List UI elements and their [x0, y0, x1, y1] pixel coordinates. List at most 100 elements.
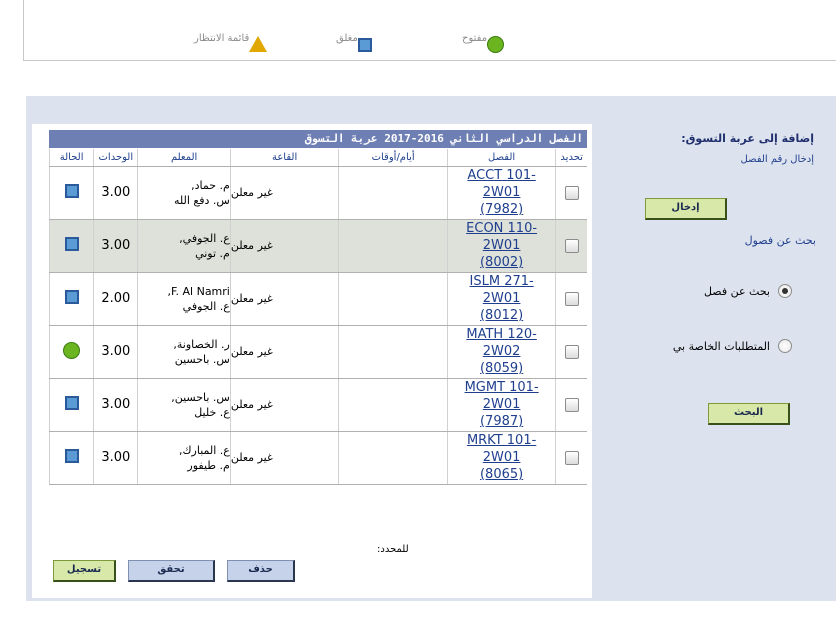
select-checkbox[interactable]: [564, 185, 579, 200]
cart-title-bar: الفصل الدراسي الثاني 2016-2017 عربة التس…: [49, 130, 587, 148]
table-row: ECON 110- 2W01 (8002) غير معلن ع. الجوفي, م…: [48, 219, 587, 273]
class-link[interactable]: ACCT 101- 2W01 (7982): [448, 167, 556, 218]
validate-button[interactable]: تحقق: [128, 560, 215, 582]
select-cell: [555, 378, 587, 432]
class-link[interactable]: ISLM 271- 2W01 (8012): [448, 273, 556, 324]
instructor-cell: س. باحسين, ع. خليل: [137, 378, 231, 432]
header-days-times: أيام/أوقات: [338, 149, 448, 167]
class-cell: MATH 120- 2W02 (8059): [446, 325, 556, 379]
closed-status-icon: [64, 396, 79, 410]
green-circle-icon: [487, 36, 505, 53]
shopping-cart-area: إضافة إلى عربة التسوق: إدخال رقم الفصل إ…: [26, 96, 836, 601]
legend-waitlist: قائمة الانتظار: [194, 33, 268, 53]
instructor-cell: م. حماد, س. دفع الله: [137, 166, 231, 220]
header-status: الحالة: [48, 149, 94, 167]
class-link[interactable]: ECON 110- 2W01 (8002): [448, 220, 556, 271]
instructor-cell: ع. الجوفي, م. توني: [137, 219, 231, 273]
units-cell: 3.00: [93, 431, 138, 485]
enter-button[interactable]: إدخال: [645, 198, 727, 220]
status-cell: [48, 325, 94, 379]
class-search-radio-row[interactable]: بحث عن فصل: [704, 284, 792, 298]
room-cell: غير معلن: [229, 272, 339, 326]
status-cell: [48, 219, 94, 273]
legend-waitlist-label: قائمة الانتظار: [194, 33, 250, 44]
class-search-section-title: بحث عن فصول: [744, 234, 816, 247]
class-cell: ISLM 271- 2W01 (8012): [446, 272, 556, 326]
closed-status-icon: [64, 449, 79, 463]
class-cell: MGMT 101- 2W01 (7987): [446, 378, 556, 432]
units-cell: 3.00: [93, 166, 138, 220]
status-legend: مفتوح مغلق قائمة الانتظار: [23, 0, 836, 61]
header-instructor: المعلم: [137, 149, 231, 167]
yellow-triangle-icon: [249, 36, 268, 52]
select-cell: [555, 219, 587, 273]
header-room: القاعة: [229, 149, 339, 167]
add-to-cart-title: إضافة إلى عربة التسوق:: [681, 132, 814, 145]
header-class: الفصل: [446, 149, 556, 167]
table-row: MATH 120- 2W02 (8059) غير معلن ر. الخصاونة…: [48, 325, 587, 379]
legend-open: مفتوح: [462, 33, 505, 53]
select-checkbox[interactable]: [564, 291, 579, 306]
select-checkbox[interactable]: [564, 238, 579, 253]
table-row: ISLM 271- 2W01 (8012) غير معلن F. Al Namri…: [48, 272, 587, 326]
room-cell: غير معلن: [229, 431, 339, 485]
days-times-cell: [338, 325, 448, 379]
closed-status-icon: [64, 184, 79, 198]
select-cell: [555, 272, 587, 326]
blue-square-icon: [357, 38, 372, 52]
units-cell: 2.00: [93, 272, 138, 326]
units-cell: 3.00: [93, 378, 138, 432]
room-cell: غير معلن: [229, 378, 339, 432]
table-row: MRKT 101- 2W01 (8065) غير معلن ع. المبارك,…: [48, 431, 587, 485]
table-row: ACCT 101- 2W01 (7982) غير معلن م. حماد, س. …: [48, 166, 587, 220]
closed-status-icon: [64, 290, 79, 304]
legend-closed-label: مغلق: [336, 33, 358, 44]
closed-status-icon: [64, 237, 79, 251]
my-requirements-radio-row[interactable]: المتطلبات الخاصة بي: [673, 339, 792, 353]
units-cell: 3.00: [93, 325, 138, 379]
instructor-cell: ر. الخصاونة, س. باحسين: [137, 325, 231, 379]
class-link[interactable]: MGMT 101- 2W01 (7987): [448, 379, 556, 430]
select-checkbox[interactable]: [564, 344, 579, 359]
status-cell: [48, 272, 94, 326]
class-search-radio[interactable]: [778, 284, 792, 298]
class-cell: MRKT 101- 2W01 (8065): [446, 431, 556, 485]
room-cell: غير معلن: [229, 325, 339, 379]
days-times-cell: [338, 272, 448, 326]
select-checkbox[interactable]: [564, 397, 579, 412]
legend-closed: مغلق: [336, 33, 372, 53]
room-cell: غير معلن: [229, 219, 339, 273]
my-requirements-radio-label: المتطلبات الخاصة بي: [672, 339, 770, 353]
select-cell: [555, 325, 587, 379]
days-times-cell: [338, 378, 448, 432]
status-cell: [48, 166, 94, 220]
my-requirements-radio[interactable]: [778, 339, 792, 353]
class-link[interactable]: MATH 120- 2W02 (8059): [448, 326, 556, 377]
header-select: تحديد: [555, 149, 587, 167]
table-header-row: تحديد الفصل أيام/أوقات القاعة المعلم الو…: [48, 149, 587, 167]
units-cell: 3.00: [93, 219, 138, 273]
enter-class-number-label: إدخال رقم الفصل: [740, 154, 814, 165]
room-cell: غير معلن: [229, 166, 339, 220]
select-checkbox[interactable]: [564, 450, 579, 465]
status-cell: [48, 378, 94, 432]
enroll-button[interactable]: تسجيل: [53, 560, 116, 582]
search-button[interactable]: البحث: [708, 403, 790, 425]
legend-open-label: مفتوح: [462, 33, 488, 44]
cart-table: تحديد الفصل أيام/أوقات القاعة المعلم الو…: [48, 149, 587, 485]
table-row: MGMT 101- 2W01 (7987) غير معلن س. باحسين, ع…: [48, 378, 587, 432]
delete-button[interactable]: حذف: [227, 560, 295, 582]
cart-table-panel: الفصل الدراسي الثاني 2016-2017 عربة التس…: [32, 124, 592, 598]
status-cell: [48, 431, 94, 485]
class-cell: ACCT 101- 2W01 (7982): [446, 166, 556, 220]
class-cell: ECON 110- 2W01 (8002): [446, 219, 556, 273]
open-status-icon: [63, 341, 81, 359]
selected-actions-label: للمحدد:: [377, 544, 409, 555]
days-times-cell: [338, 219, 448, 273]
days-times-cell: [338, 431, 448, 485]
days-times-cell: [338, 166, 448, 220]
select-cell: [555, 431, 587, 485]
class-link[interactable]: MRKT 101- 2W01 (8065): [448, 432, 556, 483]
instructor-cell: ع. المبارك, م. طيفور: [137, 431, 231, 485]
select-cell: [555, 166, 587, 220]
